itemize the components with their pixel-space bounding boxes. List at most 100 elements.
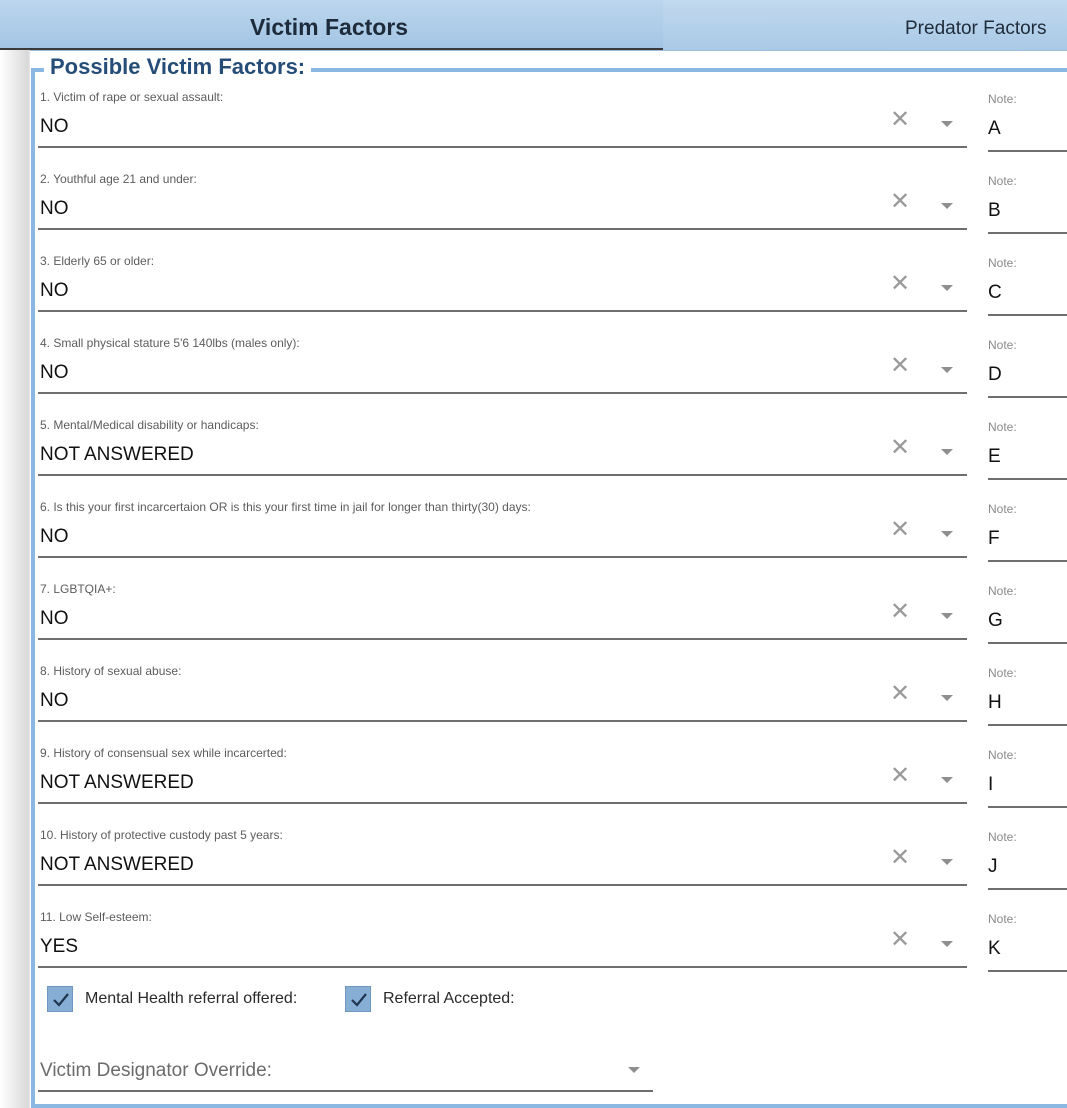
check-icon [53, 993, 69, 1007]
select-underline [38, 474, 967, 476]
mental-health-referral-label: Mental Health referral offered: [85, 990, 298, 1007]
chevron-down-icon[interactable] [941, 121, 953, 127]
answer-select[interactable]: NO [40, 608, 69, 630]
question-label: 11. Low Self-esteem: [40, 910, 152, 924]
question-row: 9. History of consensual sex while incar… [38, 746, 1067, 828]
tab-label: Victim Factors [250, 14, 409, 40]
question-label: 5. Mental/Medical disability or handicap… [40, 418, 259, 432]
chevron-down-icon[interactable] [941, 859, 953, 865]
select-underline [38, 310, 967, 312]
answer-select[interactable]: NO [40, 280, 69, 302]
select-underline [38, 392, 967, 394]
question-label: 2. Youthful age 21 and under: [40, 172, 197, 186]
answer-select[interactable]: NOT ANSWERED [40, 444, 194, 466]
chevron-down-icon[interactable] [941, 531, 953, 537]
close-icon[interactable]: ✕ [890, 518, 910, 542]
select-underline [38, 802, 967, 804]
note-label: Note: [988, 256, 1017, 270]
answer-select[interactable]: NOT ANSWERED [40, 772, 194, 794]
question-row: 10. History of protective custody past 5… [38, 828, 1067, 910]
note-input[interactable]: C [988, 282, 1002, 304]
note-input[interactable]: A [988, 118, 1001, 140]
answer-select[interactable]: NO [40, 116, 69, 138]
close-icon[interactable]: ✕ [890, 928, 910, 952]
select-underline [38, 966, 967, 968]
note-underline [988, 888, 1067, 890]
note-label: Note: [988, 912, 1017, 926]
note-label: Note: [988, 584, 1017, 598]
chevron-down-icon[interactable] [941, 203, 953, 209]
note-input[interactable]: F [988, 528, 1000, 550]
close-icon[interactable]: ✕ [890, 436, 910, 460]
chevron-down-icon[interactable] [941, 367, 953, 373]
note-underline [988, 560, 1067, 562]
note-label: Note: [988, 666, 1017, 680]
check-icon [351, 993, 367, 1007]
close-icon[interactable]: ✕ [890, 846, 910, 870]
answer-select[interactable]: YES [40, 936, 78, 958]
fieldset-legend: Possible Victim Factors: [44, 54, 312, 80]
question-row: 5. Mental/Medical disability or handicap… [38, 418, 1067, 500]
note-input[interactable]: K [988, 938, 1001, 960]
question-label: 9. History of consensual sex while incar… [40, 746, 287, 760]
select-underline [38, 638, 967, 640]
referral-accepted-checkbox[interactable] [345, 986, 371, 1012]
answer-select[interactable]: NO [40, 362, 69, 384]
question-row: 6. Is this your first incarcertaion OR i… [38, 500, 1067, 582]
note-input[interactable]: B [988, 200, 1001, 222]
question-row: 8. History of sexual abuse: NO ✕ Note: H [38, 664, 1067, 746]
fieldset-border-left [31, 68, 35, 1108]
chevron-down-icon[interactable] [941, 695, 953, 701]
question-label: 8. History of sexual abuse: [40, 664, 182, 678]
note-input[interactable]: D [988, 364, 1002, 386]
chevron-down-icon[interactable] [941, 449, 953, 455]
close-icon[interactable]: ✕ [890, 600, 910, 624]
tab-predator-factors[interactable]: Predator Factors [905, 18, 1047, 40]
note-input[interactable]: E [988, 446, 1001, 468]
note-label: Note: [988, 830, 1017, 844]
question-label: 3. Elderly 65 or older: [40, 254, 155, 268]
chevron-down-icon[interactable] [941, 285, 953, 291]
question-row: 3. Elderly 65 or older: NO ✕ Note: C [38, 254, 1067, 336]
note-label: Note: [988, 338, 1017, 352]
note-label: Note: [988, 420, 1017, 434]
question-row: 7. LGBTQIA+: NO ✕ Note: G [38, 582, 1067, 664]
answer-select[interactable]: NOT ANSWERED [40, 854, 194, 876]
note-label: Note: [988, 748, 1017, 762]
answer-select[interactable]: NO [40, 198, 69, 220]
chevron-down-icon[interactable] [941, 613, 953, 619]
left-gutter [0, 50, 30, 1108]
close-icon[interactable]: ✕ [890, 190, 910, 214]
mental-health-referral-checkbox[interactable] [47, 986, 73, 1012]
answer-select[interactable]: NO [40, 526, 69, 548]
note-input[interactable]: G [988, 610, 1003, 632]
chevron-down-icon[interactable] [941, 941, 953, 947]
note-underline [988, 806, 1067, 808]
close-icon[interactable]: ✕ [890, 682, 910, 706]
question-row: 2. Youthful age 21 and under: NO ✕ Note:… [38, 172, 1067, 254]
question-label: 7. LGBTQIA+: [40, 582, 116, 596]
close-icon[interactable]: ✕ [890, 272, 910, 296]
note-underline [988, 150, 1067, 152]
note-underline [988, 314, 1067, 316]
question-label: 6. Is this your first incarcertaion OR i… [40, 500, 531, 514]
tab-bar: Victim Factors Predator Factors [0, 0, 1067, 51]
close-icon[interactable]: ✕ [890, 354, 910, 378]
question-label: 10. History of protective custody past 5… [40, 828, 283, 842]
chevron-down-icon[interactable] [628, 1067, 640, 1073]
referral-accepted-label: Referral Accepted: [383, 990, 515, 1007]
note-underline [988, 724, 1067, 726]
note-input[interactable]: I [988, 774, 993, 796]
answer-select[interactable]: NO [40, 690, 69, 712]
tab-victim-factors[interactable]: Victim Factors [0, 0, 663, 50]
override-underline [38, 1090, 653, 1092]
close-icon[interactable]: ✕ [890, 108, 910, 132]
note-label: Note: [988, 92, 1017, 106]
chevron-down-icon[interactable] [941, 777, 953, 783]
note-input[interactable]: J [988, 856, 998, 878]
select-underline [38, 556, 967, 558]
note-input[interactable]: H [988, 692, 1002, 714]
note-label: Note: [988, 174, 1017, 188]
question-row: 4. Small physical stature 5'6 140lbs (ma… [38, 336, 1067, 418]
close-icon[interactable]: ✕ [890, 764, 910, 788]
